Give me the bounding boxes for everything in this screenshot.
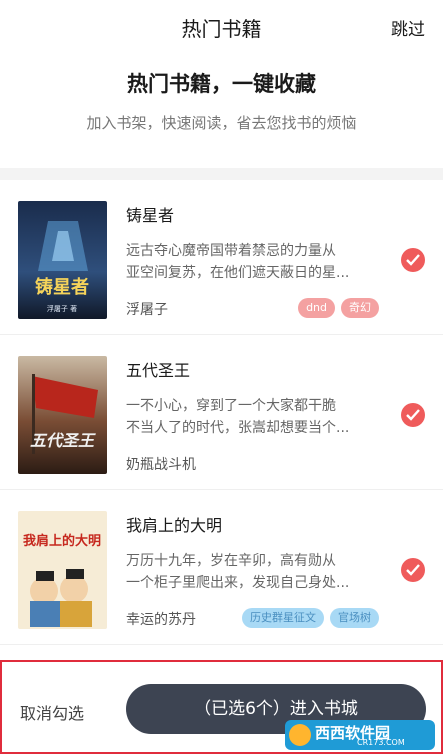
top-bar: 热门书籍 跳过 [0,0,443,52]
book-cover: 五代圣王 [18,356,107,474]
cancel-selection-button[interactable]: 取消勾选 [20,700,84,724]
tag-group: dnd 奇幻 [298,298,379,318]
book-item[interactable]: 我肩上的大明 我肩上的大明 万历十九年，岁在辛卯，高有勋从 一个柜子里爬出来，发… [0,490,443,645]
tag: 奇幻 [341,298,379,318]
book-description: 万历十九年，岁在辛卯，高有勋从 一个柜子里爬出来，发现自己身处... [126,550,374,594]
watermark-subtext: CR173.COM [357,738,405,747]
page-title: 热门书籍 [181,17,262,41]
book-list: 铸星者 浮屠子 著 铸星者 远古夺心魔帝国带着禁忌的力量从 亚空间复苏，在他们遮… [0,180,443,645]
hero-subtitle: 加入书架，快速阅读，省去您找书的烦恼 [86,114,357,132]
selected-check-icon[interactable] [401,248,425,272]
book-title: 我肩上的大明 [126,516,223,535]
cover-author-text: 浮屠子 著 [47,304,77,313]
book-title: 五代圣王 [126,361,191,380]
desc-line: 万历十九年，岁在辛卯，高有勋从 [126,553,336,569]
watermark-icon [289,724,311,746]
book-item[interactable]: 铸星者 浮屠子 著 铸星者 远古夺心魔帝国带着禁忌的力量从 亚空间复苏，在他们遮… [0,180,443,335]
selected-check-icon[interactable] [401,558,425,582]
desc-line: 一不小心，穿到了一个大家都干脆 [126,398,336,414]
cover-title-text: 铸星者 [35,276,89,298]
hero-title: 热门书籍，一键收藏 [127,72,316,96]
desc-line: 远古夺心魔帝国带着禁忌的力量从 [126,243,336,259]
book-item[interactable]: 五代圣王 五代圣王 一不小心，穿到了一个大家都干脆 不当人了的时代，张嵩却想要当… [0,335,443,490]
skip-button[interactable]: 跳过 [391,15,425,40]
desc-line: 不当人了的时代，张嵩却想要当个... [126,420,350,436]
bottom-action-bar: 取消勾选 （已选6个）进入书城 西西软件园 CR173.COM [0,660,443,754]
book-description: 远古夺心魔帝国带着禁忌的力量从 亚空间复苏，在他们遮天蔽日的星... [126,240,374,284]
tag: 历史群星征文 [242,608,324,628]
book-author: 幸运的苏丹 [126,612,196,628]
tag: dnd [298,298,335,318]
watermark-logo: 西西软件园 CR173.COM [285,720,435,750]
cover-title-text: 五代圣王 [30,431,96,450]
tag: 官场树 [330,608,379,628]
book-title: 铸星者 [126,206,175,225]
book-cover: 我肩上的大明 [18,511,107,629]
book-cover: 铸星者 浮屠子 著 [18,201,107,319]
desc-line: 亚空间复苏，在他们遮天蔽日的星... [126,265,350,281]
section-divider [0,168,443,180]
tag-group: 历史群星征文 官场树 [242,608,379,628]
book-description: 一不小心，穿到了一个大家都干脆 不当人了的时代，张嵩却想要当个... [126,395,374,439]
page: 热门书籍 跳过 热门书籍，一键收藏 加入书架，快速阅读，省去您找书的烦恼 铸星者… [0,0,443,754]
selected-check-icon[interactable] [401,403,425,427]
desc-line: 一个柜子里爬出来，发现自己身处... [126,575,350,591]
book-author: 浮屠子 [126,302,168,318]
book-author: 奶瓶战斗机 [126,457,196,473]
cover-title-text: 我肩上的大明 [23,533,101,549]
